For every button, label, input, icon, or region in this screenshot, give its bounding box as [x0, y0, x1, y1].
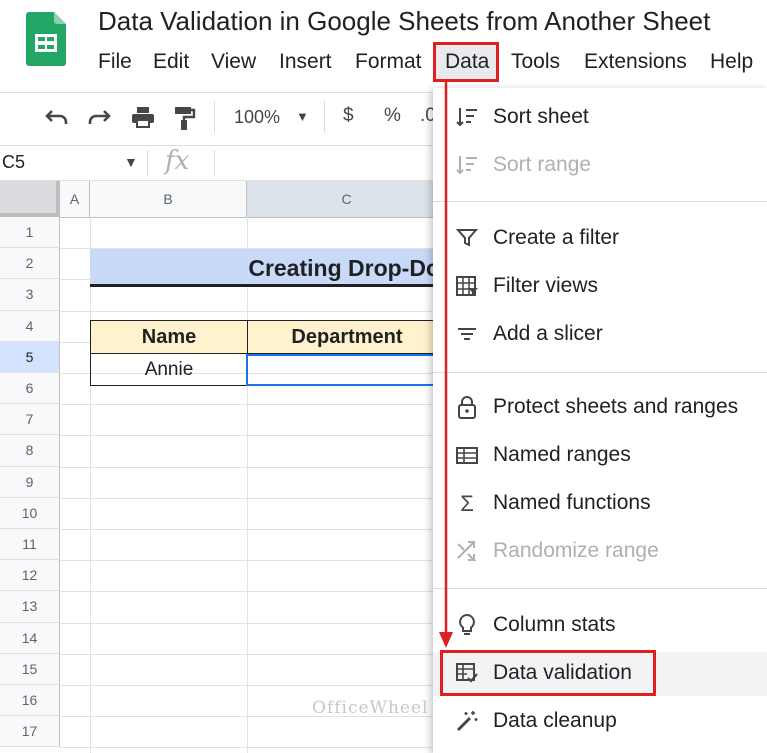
menu-item-label: Protect sheets and ranges: [493, 395, 739, 418]
menu-item-named-functions[interactable]: Σ Named functions: [433, 482, 767, 526]
menu-item-filter-views[interactable]: Filter views: [433, 265, 767, 309]
row-header[interactable]: 7: [0, 404, 60, 436]
menu-item-label: Filter views: [493, 274, 599, 297]
paint-format-icon[interactable]: [172, 105, 196, 137]
menu-item-sort-sheet[interactable]: Sort sheet: [433, 96, 767, 140]
menu-item-randomize-range[interactable]: Randomize range: [433, 530, 767, 574]
menu-separator: [433, 588, 767, 589]
menu-format[interactable]: Format: [355, 50, 422, 74]
lock-icon: [453, 394, 481, 422]
redo-icon[interactable]: [86, 105, 112, 135]
named-ranges-icon: [453, 442, 481, 470]
menu-item-data-cleanup[interactable]: Data cleanup: [433, 700, 767, 744]
menu-item-label: Randomize range: [493, 539, 659, 562]
name-box[interactable]: C5: [2, 152, 25, 173]
filter-icon: [453, 225, 481, 253]
menu-item-named-ranges[interactable]: Named ranges: [433, 434, 767, 478]
zoom-select[interactable]: 100%: [234, 107, 280, 128]
menu-view[interactable]: View: [211, 50, 256, 74]
menu-separator: [433, 372, 767, 373]
menu-item-sort-range[interactable]: Sort range: [433, 144, 767, 188]
row-header[interactable]: 4: [0, 310, 60, 342]
slicer-icon: [453, 321, 481, 349]
row-header[interactable]: 8: [0, 435, 60, 467]
row-header[interactable]: 1: [0, 217, 60, 249]
header-cell-department[interactable]: Department: [247, 320, 447, 354]
menu-item-label: Sort sheet: [493, 105, 589, 128]
grid-line: [247, 217, 248, 753]
sigma-icon: Σ: [460, 491, 474, 516]
print-icon[interactable]: [130, 105, 156, 135]
filter-views-icon: [453, 273, 481, 301]
formula-divider: [147, 150, 148, 176]
title-cell[interactable]: Creating Drop-Do: [90, 249, 440, 287]
toolbar-divider: [324, 101, 325, 133]
menu-file[interactable]: File: [98, 50, 132, 74]
name-box-caret-icon[interactable]: ▼: [124, 154, 138, 170]
cell-b5[interactable]: Annie: [90, 354, 248, 386]
google-sheets-logo-icon[interactable]: [26, 12, 66, 66]
menu-item-label: Create a filter: [493, 226, 620, 249]
row-header[interactable]: 6: [0, 373, 60, 405]
menu-data[interactable]: Data: [445, 50, 489, 74]
menu-item-label: Sort range: [493, 153, 592, 176]
menu-item-add-slicer[interactable]: Add a slicer: [433, 313, 767, 357]
menu-item-label: Named ranges: [493, 443, 631, 466]
menu-item-label: Data cleanup: [493, 709, 617, 732]
row-header[interactable]: 11: [0, 529, 60, 561]
row-header[interactable]: 14: [0, 622, 60, 654]
zoom-caret-icon[interactable]: ▼: [296, 109, 309, 124]
undo-icon[interactable]: [44, 105, 70, 135]
row-header[interactable]: 17: [0, 716, 60, 748]
column-header-b[interactable]: B: [90, 181, 247, 217]
menu-help[interactable]: Help: [710, 50, 753, 74]
menu-item-label: Column stats: [493, 613, 616, 636]
currency-format-button[interactable]: $: [343, 105, 354, 127]
header-cell-name[interactable]: Name: [90, 320, 248, 354]
select-all-corner[interactable]: [0, 181, 60, 217]
menu-item-create-filter[interactable]: Create a filter: [433, 217, 767, 261]
menu-extensions[interactable]: Extensions: [584, 50, 687, 74]
shuffle-icon: [453, 538, 481, 566]
data-validation-highlight-box: [440, 650, 656, 696]
row-header[interactable]: 15: [0, 653, 60, 685]
sort-icon: [453, 152, 481, 180]
menu-item-label: Add a slicer: [493, 322, 603, 345]
menu-insert[interactable]: Insert: [279, 50, 332, 74]
watermark: OfficeWheel: [312, 698, 429, 718]
grid-line: [90, 217, 91, 753]
row-header[interactable]: 16: [0, 685, 60, 717]
menu-tools[interactable]: Tools: [511, 50, 560, 74]
formula-divider: [214, 150, 215, 176]
menu-item-column-stats[interactable]: Column stats: [433, 604, 767, 648]
column-header-a[interactable]: A: [60, 181, 90, 217]
row-header[interactable]: 2: [0, 248, 60, 280]
row-header[interactable]: 10: [0, 497, 60, 529]
active-cell-selection: [246, 354, 446, 386]
menu-item-label: Named functions: [493, 491, 651, 514]
menu-edit[interactable]: Edit: [153, 50, 189, 74]
row-header[interactable]: 12: [0, 560, 60, 592]
row-header[interactable]: 13: [0, 591, 60, 623]
document-title[interactable]: Data Validation in Google Sheets from An…: [98, 6, 710, 37]
menu-item-protect-sheets[interactable]: Protect sheets and ranges: [433, 386, 767, 430]
percent-format-button[interactable]: %: [384, 105, 401, 127]
column-header-c[interactable]: C: [247, 181, 447, 217]
menu-separator: [433, 201, 767, 202]
row-header[interactable]: 3: [0, 279, 60, 311]
sort-icon: [453, 104, 481, 132]
magic-wand-icon: [453, 708, 481, 736]
row-header[interactable]: 9: [0, 466, 60, 498]
row-header[interactable]: 5: [0, 341, 60, 373]
lightbulb-icon: [453, 612, 481, 640]
toolbar-divider: [214, 101, 215, 133]
fx-icon: fx: [165, 146, 190, 176]
